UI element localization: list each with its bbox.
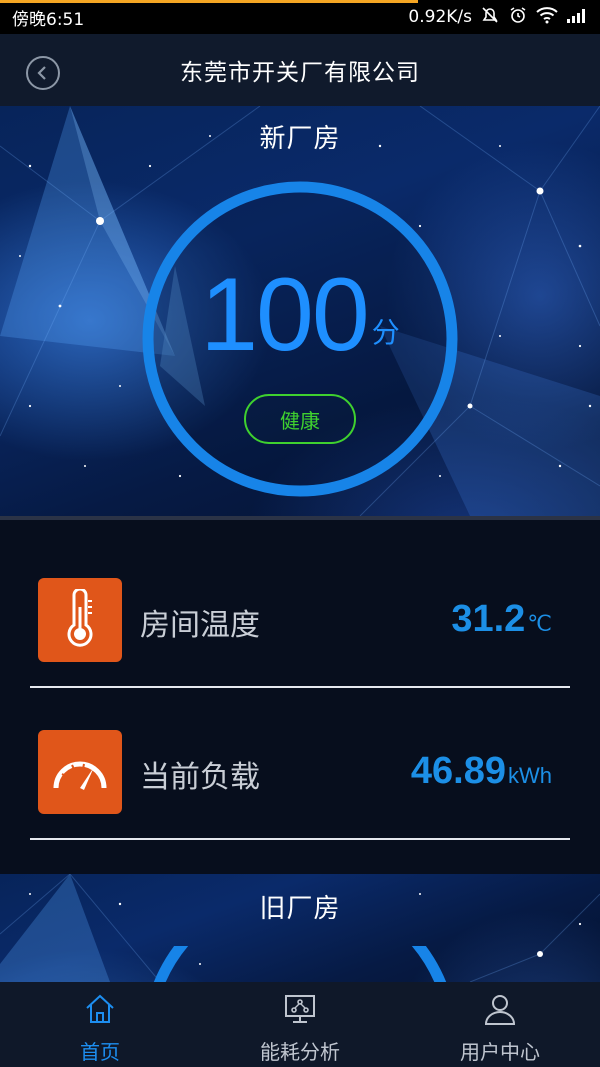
metric-number: 46.89 xyxy=(410,750,506,792)
nav-user-center[interactable]: 用户中心 xyxy=(400,982,600,1067)
new-plant-card[interactable]: 新厂房 100 分 健康 xyxy=(0,106,600,516)
health-score: 100 分 xyxy=(0,256,600,375)
back-button[interactable] xyxy=(26,56,60,90)
new-plant-title: 新厂房 xyxy=(259,124,341,154)
app-header: 东莞市开关厂有限公司 xyxy=(0,34,600,106)
metric-row-load[interactable]: 当前负载 46.89kWh xyxy=(0,670,600,840)
bottom-navigation: 首页 能耗分析 用户中心 xyxy=(0,982,600,1067)
app-screen: 傍晚6:51 0.92K/s 东莞市开关厂有限公司 新厂房 100 分 健康 房… xyxy=(0,0,600,1067)
score-value: 100 xyxy=(200,257,370,373)
metric-unit: kWh xyxy=(508,763,552,788)
user-icon xyxy=(483,990,517,1028)
mute-icon xyxy=(480,5,500,29)
page-loading-progress xyxy=(0,0,418,3)
alarm-icon xyxy=(508,5,528,29)
page-title: 东莞市开关厂有限公司 xyxy=(180,60,420,86)
score-unit: 分 xyxy=(371,316,400,349)
metric-value: 46.89kWh xyxy=(411,750,552,793)
health-status-badge: 健康 xyxy=(244,394,356,444)
status-indicators: 0.92K/s xyxy=(408,5,588,29)
energy-analysis-icon xyxy=(283,990,317,1028)
old-plant-score-ring xyxy=(153,946,447,982)
status-bar: 傍晚6:51 0.92K/s xyxy=(0,0,600,34)
old-plant-title: 旧厂房 xyxy=(259,894,341,924)
nav-label: 用户中心 xyxy=(460,1040,540,1064)
signal-icon xyxy=(566,7,588,27)
metric-label: 当前负载 xyxy=(140,760,260,795)
metric-label: 房间温度 xyxy=(140,608,260,643)
metric-unit: ℃ xyxy=(527,611,552,636)
nav-home[interactable]: 首页 xyxy=(0,982,200,1067)
thermometer-icon xyxy=(38,578,122,662)
network-speed: 0.92K/s xyxy=(408,7,472,27)
metrics-list: 房间温度 31.2℃ 当前负载 46.89kWh xyxy=(0,520,600,874)
metric-value: 31.2℃ xyxy=(451,598,552,641)
wifi-icon xyxy=(536,6,558,28)
chevron-left-icon xyxy=(37,66,46,80)
metric-number: 31.2 xyxy=(451,598,526,640)
nav-energy-analysis[interactable]: 能耗分析 xyxy=(200,982,400,1067)
home-icon xyxy=(83,990,117,1028)
old-plant-card[interactable]: 旧厂房 xyxy=(0,874,600,982)
row-divider xyxy=(30,838,570,840)
nav-label: 首页 xyxy=(80,1040,120,1064)
status-time: 傍晚6:51 xyxy=(12,9,85,30)
metric-row-temperature[interactable]: 房间温度 31.2℃ xyxy=(0,520,600,688)
gauge-icon xyxy=(38,730,122,814)
nav-label: 能耗分析 xyxy=(260,1040,340,1064)
